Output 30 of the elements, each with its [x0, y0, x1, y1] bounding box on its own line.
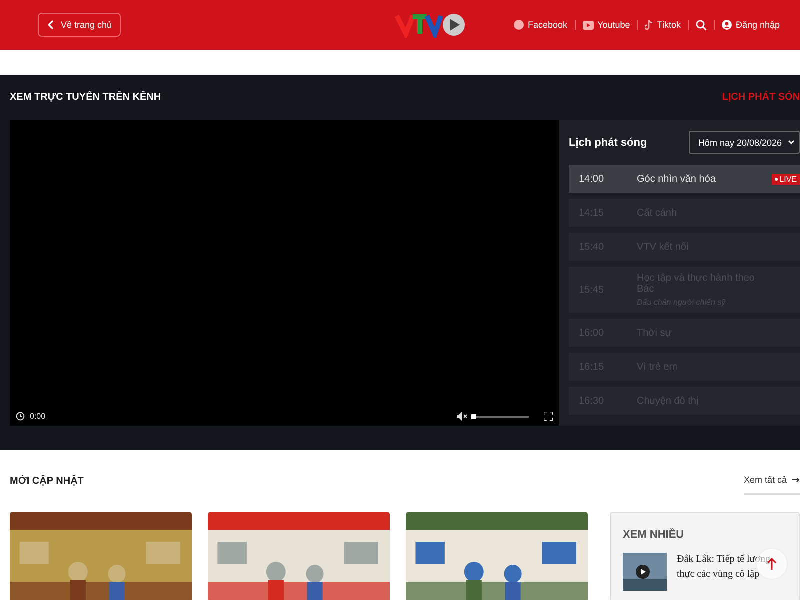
social-link[interactable]: Facebook [514, 20, 568, 30]
schedule-title: Lịch phát sóng [569, 136, 648, 148]
social-link[interactable]: Tiktok [645, 20, 681, 30]
section-title: MỚI CẬP NHẬT [10, 476, 84, 486]
program-time: 14:00 [579, 174, 606, 184]
user-icon [722, 20, 732, 30]
music-note-icon [645, 20, 654, 30]
social-link[interactable]: Youtube [582, 20, 630, 30]
chevron-left-icon [47, 20, 55, 30]
section-title: XEM TRỰC TUYẾN TRÊN KÊNH [10, 92, 162, 103]
date-dropdown[interactable]: Hôm nay 20/08/2026 [689, 131, 800, 154]
program-name: Góc nhìn văn hóa [637, 174, 717, 184]
clock-icon [16, 412, 25, 421]
fullscreen-icon[interactable] [544, 412, 553, 421]
login-link[interactable]: Đăng nhập [722, 20, 780, 30]
video-player[interactable]: 0:00 [10, 120, 559, 426]
playback-time: 0:00 [30, 412, 46, 421]
back-button[interactable]: Về trang chủ [38, 13, 122, 37]
chevron-down-icon [788, 140, 795, 145]
article-title[interactable]: Đắk Lắk: Tiếp tế lương thực các vùng cô lập [677, 553, 787, 591]
schedule-item[interactable]: 14:00 Góc nhìn văn hóa LIVE [569, 165, 800, 193]
panel-title: XEM NHIỀU [623, 529, 684, 541]
schedule-link[interactable]: LỊCH PHÁT SÓN [722, 92, 800, 103]
muted-speaker-icon[interactable] [457, 412, 468, 421]
search-icon[interactable] [696, 20, 707, 30]
logo-icon[interactable] [395, 12, 467, 38]
youtube-icon [582, 20, 594, 30]
see-all-link[interactable]: Xem tất cả [744, 467, 800, 495]
arrow-right-icon [792, 477, 800, 483]
live-badge: LIVE [772, 174, 800, 184]
